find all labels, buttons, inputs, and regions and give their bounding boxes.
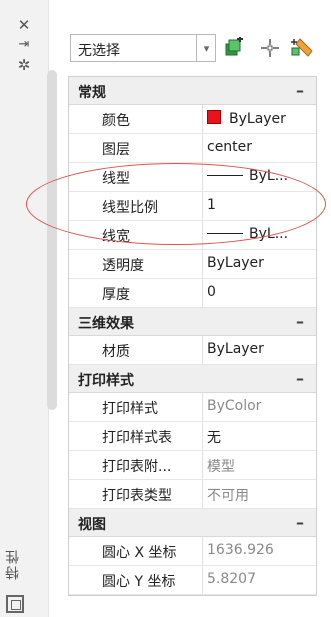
settings-icon[interactable]: ✲ [10, 56, 38, 74]
window-icon[interactable] [6, 595, 24, 613]
close-icon[interactable]: ✕ [10, 16, 38, 34]
lineweight-preview [207, 233, 243, 234]
property-value: 1636.926 [207, 542, 274, 558]
object-selector[interactable]: 无选择 ▾ [70, 34, 216, 62]
chevron-down-icon[interactable]: ▾ [196, 34, 216, 62]
property-value[interactable]: ByLayer [207, 255, 264, 271]
quick-select-icon[interactable] [290, 36, 314, 60]
toggle-pickadd-icon[interactable] [222, 36, 246, 60]
property-label: 打印样式 [102, 401, 158, 417]
property-value: 5.8207 [207, 571, 256, 587]
property-row-linetype[interactable]: 线型 ByL... [69, 163, 316, 192]
cell-divider [202, 422, 203, 450]
section-title: 视图 [78, 517, 106, 533]
cell-divider [202, 134, 203, 162]
property-value[interactable]: 0 [207, 284, 216, 300]
property-row-color[interactable]: 颜色 ByLayer [69, 105, 316, 134]
property-label: 打印表类型 [102, 488, 172, 504]
lineweight-value: ByL... [249, 226, 289, 242]
section-3d-header[interactable]: 三维效果 – [69, 308, 316, 336]
property-value[interactable]: ByL... [207, 168, 288, 184]
section-title: 三维效果 [78, 316, 134, 332]
properties-grid: 常规 – 颜色 ByLayer 图层 center 线型 ByL... 线型比例… [68, 76, 317, 596]
cell-divider [202, 336, 203, 364]
property-label: 打印表附... [102, 459, 172, 475]
section-view-header[interactable]: 视图 – [69, 509, 316, 537]
cell-divider [202, 192, 203, 220]
linetype-value: ByL... [249, 168, 289, 184]
property-row-transparency[interactable]: 透明度 ByLayer [69, 250, 316, 279]
property-value: ByColor [207, 398, 262, 414]
cell-divider [202, 537, 203, 565]
property-label: 打印样式表 [102, 430, 172, 446]
color-swatch-icon [207, 110, 221, 124]
property-label: 材质 [102, 344, 130, 360]
property-value[interactable]: 无 [207, 427, 221, 447]
color-value: ByLayer [229, 111, 286, 127]
collapse-icon[interactable]: – [296, 369, 304, 388]
collapse-icon[interactable]: – [296, 513, 304, 532]
property-value[interactable]: ByLayer [207, 110, 286, 127]
property-row-lineweight[interactable]: 线宽 ByL... [69, 221, 316, 250]
property-label: 图层 [102, 142, 130, 158]
property-label: 线型比例 [102, 200, 158, 216]
cell-divider [202, 566, 203, 594]
autohide-icon[interactable]: ⇥ [10, 36, 38, 54]
property-label: 颜色 [102, 113, 130, 129]
property-label: 圆心 Y 坐标 [102, 574, 176, 590]
cell-divider [202, 163, 203, 191]
property-row-plot-style-table[interactable]: 打印样式表 无 [69, 422, 316, 451]
selector-value: 无选择 [78, 43, 120, 59]
section-title: 打印样式 [78, 373, 134, 389]
palette-title: 特性 [5, 548, 21, 580]
property-row-material[interactable]: 材质 ByLayer [69, 336, 316, 365]
property-row-linetype-scale[interactable]: 线型比例 1 [69, 192, 316, 221]
property-row-layer[interactable]: 图层 center [69, 134, 316, 163]
scrollbar[interactable] [47, 70, 57, 410]
property-row-plot-style[interactable]: 打印样式 ByColor [69, 393, 316, 422]
property-value[interactable]: 1 [207, 197, 216, 213]
cell-divider [202, 279, 203, 307]
cell-divider [202, 221, 203, 249]
property-value[interactable]: ByL... [207, 226, 288, 242]
property-row-thickness[interactable]: 厚度 0 [69, 279, 316, 308]
property-row-center-y[interactable]: 圆心 Y 坐标 5.8207 [69, 566, 316, 595]
property-label: 线型 [102, 171, 130, 187]
property-label: 圆心 X 坐标 [102, 545, 177, 561]
property-value: 不可用 [207, 488, 249, 504]
property-row-plot-table-attached[interactable]: 打印表附... 模型 [69, 451, 316, 480]
property-value[interactable]: center [207, 139, 252, 155]
property-row-plot-table-type[interactable]: 打印表类型 不可用 [69, 480, 316, 509]
cell-divider [202, 250, 203, 278]
collapse-icon[interactable]: – [296, 312, 304, 331]
cell-divider [202, 393, 203, 421]
cell-divider [202, 105, 203, 133]
property-value: 模型 [207, 459, 235, 475]
cell-divider [202, 451, 203, 479]
section-plot-header[interactable]: 打印样式 – [69, 365, 316, 393]
collapse-icon[interactable]: – [296, 81, 304, 100]
property-row-center-x[interactable]: 圆心 X 坐标 1636.926 [69, 537, 316, 566]
section-title: 常规 [78, 85, 106, 101]
property-label: 线宽 [102, 229, 130, 245]
palette-title-bar [0, 0, 48, 617]
linetype-preview [207, 175, 243, 176]
property-label: 厚度 [102, 287, 130, 303]
property-value[interactable]: ByLayer [207, 341, 264, 357]
select-objects-icon[interactable] [258, 36, 282, 60]
section-general-header[interactable]: 常规 – [69, 77, 316, 105]
property-label: 透明度 [102, 258, 144, 274]
cell-divider [202, 480, 203, 508]
